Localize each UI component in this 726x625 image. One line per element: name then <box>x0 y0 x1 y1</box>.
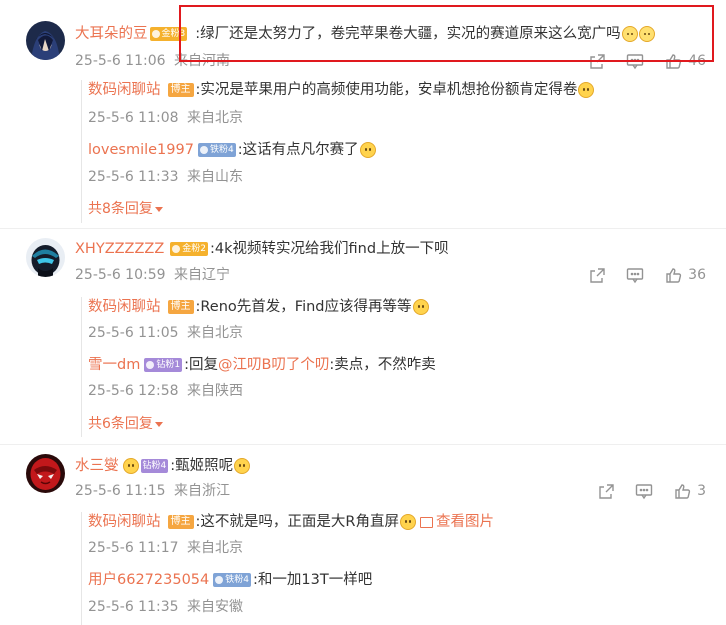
timestamp: 25-5-6 11:08 <box>88 110 179 126</box>
heart-badge-icon <box>122 458 139 474</box>
timestamp: 25-5-6 11:17 <box>88 540 179 556</box>
reply-username[interactable]: 数码闲聊站 <box>88 80 161 100</box>
reply-text: :Reno先首发，Find应该得再等等 <box>195 299 412 315</box>
emoji-icon <box>359 142 376 158</box>
like-count: 3 <box>697 483 706 499</box>
share-icon[interactable] <box>588 266 606 284</box>
mention-link[interactable]: @江叨B叨了个叨 <box>218 355 329 375</box>
fan-badge-label: 金粉2 <box>182 244 207 254</box>
timestamp: 25-5-6 11:35 <box>88 599 179 615</box>
timestamp: 25-5-6 11:05 <box>88 325 179 341</box>
avatar[interactable] <box>26 21 65 60</box>
reply-meta: 25-5-6 11:17 来自北京 <box>88 538 243 558</box>
comment-text: :4k视频转实况给我们find上放一下呗 <box>210 241 449 257</box>
location: 来自北京 <box>186 110 243 126</box>
reply-text: :这不就是吗，正面是大R角直屏 <box>195 514 399 530</box>
divider <box>0 228 726 229</box>
reply-body: 数码闲聊站 博主 :实况是苹果用户的高频使用功能，安卓机想抢份额肯定得卷 <box>88 80 595 100</box>
view-image-label: 查看图片 <box>435 514 494 530</box>
reply-meta: 25-5-6 11:05 来自北京 <box>88 323 243 343</box>
location: 来自北京 <box>186 325 243 341</box>
username[interactable]: 大耳朵的豆 <box>75 24 148 44</box>
more-replies-label: 共8条回复 <box>88 201 153 217</box>
fan-badge-label: 铁粉4 <box>225 575 249 585</box>
reply-text-prefix: :回复 <box>184 357 218 373</box>
reply-body: 数码闲聊站 博主 :Reno先首发，Find应该得再等等 <box>88 297 429 317</box>
reply-list: 数码闲聊站 博主 :实况是苹果用户的高频使用功能，安卓机想抢份额肯定得卷 25-… <box>81 80 595 223</box>
host-badge: 博主 <box>167 300 194 314</box>
reply-meta: 25-5-6 12:58 来自陕西 <box>88 381 243 401</box>
comment-meta: 25-5-6 10:59 来自辽宁 <box>75 265 230 285</box>
fan-badge[interactable]: 铁粉4 <box>197 143 236 157</box>
emoji-icon <box>234 458 251 474</box>
reply-text: :这话有点凡尔赛了 <box>237 142 359 158</box>
host-badge: 博主 <box>167 83 194 97</box>
like-icon[interactable] <box>664 266 682 284</box>
more-replies-label: 共6条回复 <box>88 416 153 432</box>
fan-badge-label: 铁粉4 <box>209 145 234 155</box>
location: 来自辽宁 <box>173 267 230 283</box>
timestamp: 25-5-6 11:15 <box>75 483 166 499</box>
more-replies-link[interactable]: 共6条回复 <box>88 413 163 433</box>
comment-actions: 36 <box>568 266 706 284</box>
host-badge: 博主 <box>167 515 194 529</box>
comment-icon[interactable] <box>635 482 653 500</box>
reply-text: :卖点，不然咋卖 <box>329 357 436 373</box>
reply-body: 数码闲聊站 博主 :这不就是吗，正面是大R角直屏 查看图片 <box>88 512 494 532</box>
fan-badge-label: 钻粉1 <box>156 360 181 370</box>
timestamp: 25-5-6 11:33 <box>88 169 179 185</box>
reply-meta: 25-5-6 11:33 来自山东 <box>88 167 243 187</box>
reply-username[interactable]: 数码闲聊站 <box>88 512 161 532</box>
emoji-icon <box>399 514 416 530</box>
fan-badge-label: 钻粉4 <box>142 461 167 471</box>
reply-username[interactable]: 数码闲聊站 <box>88 297 161 317</box>
reply-text: :实况是苹果用户的高频使用功能，安卓机想抢份额肯定得卷 <box>195 82 578 98</box>
location: 来自安徽 <box>186 599 243 615</box>
timestamp: 25-5-6 12:58 <box>88 383 179 399</box>
divider <box>0 444 726 445</box>
comment-text: :甄姬照呢 <box>170 458 234 474</box>
timestamp: 25-5-6 11:06 <box>75 53 166 69</box>
reply-list: 数码闲聊站 博主 :Reno先首发，Find应该得再等等 25-5-6 11:0… <box>81 297 436 437</box>
view-image-link[interactable]: 查看图片 <box>419 512 494 532</box>
reply-body: 用户6627235054 铁粉4 :和一加13T一样吧 <box>88 570 372 590</box>
location: 来自浙江 <box>173 483 230 499</box>
reply-body: lovesmile1997 铁粉4 :这话有点凡尔赛了 <box>88 140 376 160</box>
share-icon[interactable] <box>597 482 615 500</box>
reply-meta: 25-5-6 11:35 来自安徽 <box>88 597 243 617</box>
more-replies-link[interactable]: 共8条回复 <box>88 198 163 218</box>
location: 来自北京 <box>186 540 243 556</box>
comment-body: XHYZZZZZZ 金粉2 :4k视频转实况给我们find上放一下呗 <box>75 239 449 259</box>
emoji-icon <box>578 82 595 98</box>
reply-username[interactable]: 雪一dm <box>88 355 140 375</box>
comment-actions: 3 <box>577 482 706 500</box>
highlight-box <box>179 5 714 62</box>
like-icon[interactable] <box>673 482 691 500</box>
reply-username[interactable]: lovesmile1997 <box>88 140 194 160</box>
reply-body: 雪一dm 钻粉1 :回复 @江叨B叨了个叨 :卖点，不然咋卖 <box>88 355 436 375</box>
fan-badge[interactable]: 金粉2 <box>170 242 209 256</box>
fan-badge[interactable]: 钻粉4 <box>140 459 169 473</box>
chevron-down-icon <box>154 206 163 212</box>
username[interactable]: XHYZZZZZZ <box>75 239 164 259</box>
comment-meta: 25-5-6 11:15 来自浙江 <box>75 481 230 501</box>
avatar[interactable] <box>26 454 65 493</box>
image-icon <box>419 516 433 528</box>
username[interactable]: 水三燮 <box>75 456 119 476</box>
like-count: 36 <box>688 267 706 283</box>
reply-text: :和一加13T一样吧 <box>253 572 373 588</box>
fan-badge[interactable]: 铁粉4 <box>213 573 251 587</box>
reply-list: 数码闲聊站 博主 :这不就是吗，正面是大R角直屏 查看图片 25-5-6 11:… <box>81 512 494 625</box>
reply-meta: 25-5-6 11:08 来自北京 <box>88 108 243 128</box>
emoji-icon <box>412 299 429 315</box>
fan-badge[interactable]: 钻粉1 <box>144 358 183 372</box>
reply-username[interactable]: 用户6627235054 <box>88 570 209 590</box>
comment-icon[interactable] <box>626 266 644 284</box>
avatar[interactable] <box>26 238 65 277</box>
comment-body: 水三燮 钻粉4 :甄姬照呢 <box>75 456 251 476</box>
location: 来自山东 <box>186 169 243 185</box>
chevron-down-icon <box>154 421 163 427</box>
location: 来自陕西 <box>186 383 243 399</box>
timestamp: 25-5-6 10:59 <box>75 267 166 283</box>
